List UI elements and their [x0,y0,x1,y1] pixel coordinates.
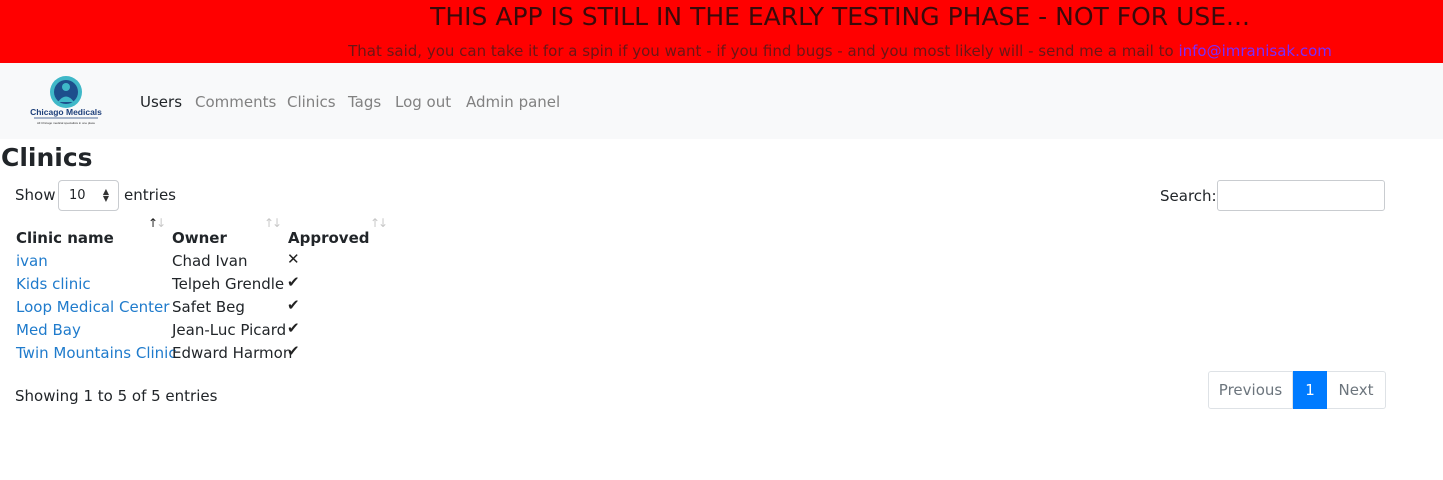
nav-comments[interactable]: Comments [195,92,276,112]
contact-email-link[interactable]: info@imranisak.com [1178,42,1331,60]
svg-text:Chicago Medicals: Chicago Medicals [30,107,102,117]
pagination: Previous 1 Next [1208,371,1386,409]
clinic-link[interactable]: Kids clinic [16,274,91,294]
sort-asc-icon[interactable]: ↑↓ [148,216,166,230]
next-page-button[interactable]: Next [1327,371,1386,409]
warning-banner: THIS APP IS STILL IN THE EARLY TESTING P… [0,0,1443,63]
page-length-value: 10 [69,188,86,203]
warning-title: THIS APP IS STILL IN THE EARLY TESTING P… [430,2,1250,31]
page-1-button[interactable]: 1 [1293,371,1327,409]
page-length-select[interactable]: 10 ▲ ▼ [58,180,119,211]
table-info: Showing 1 to 5 of 5 entries [15,387,218,405]
owner-cell: Jean-Luc Picard [172,321,287,339]
clinic-link[interactable]: Med Bay [16,320,81,340]
warning-message-text: That said, you can take it for a spin if… [348,42,1179,60]
previous-page-button[interactable]: Previous [1208,371,1293,409]
clinic-link[interactable]: ivan [16,251,48,271]
page-title: Clinics [1,143,93,172]
owner-cell: Telpeh Grendle [172,275,285,293]
entries-label: entries [124,186,176,204]
show-label: Show [15,186,56,204]
owner-cell: Chad Ivan [172,252,248,270]
search-input[interactable] [1217,180,1385,211]
nav-tags[interactable]: Tags [348,92,381,112]
sort-icon[interactable]: ↑↓ [370,216,388,230]
nav-admin-panel[interactable]: Admin panel [466,92,560,112]
warning-message: That said, you can take it for a spin if… [0,41,1443,61]
approved-check-icon: ✔ [287,342,300,360]
search-label: Search: [1160,187,1217,205]
header-approved[interactable]: Approved [288,228,369,248]
header-owner[interactable]: Owner [172,228,227,248]
select-arrows-icon: ▲ ▼ [102,187,109,203]
sort-icon[interactable]: ↑↓ [264,216,282,230]
nav-log-out[interactable]: Log out [395,92,451,112]
owner-cell: Edward Harmon [172,344,293,362]
header-clinic-name[interactable]: Clinic name [16,228,114,248]
nav-users[interactable]: Users [140,92,182,112]
chicago-medicals-logo[interactable]: Chicago Medicals All Chicago medical spe… [22,75,110,127]
approved-check-icon: ✔ [287,319,300,337]
clinic-link[interactable]: Twin Mountains Clinic [16,343,177,363]
not-approved-icon: ✕ [287,250,300,268]
approved-check-icon: ✔ [287,296,300,314]
approved-check-icon: ✔ [287,273,300,291]
clinic-link[interactable]: Loop Medical Center [16,297,169,317]
owner-cell: Safet Beg [172,298,245,316]
navbar: Chicago Medicals All Chicago medical spe… [0,63,1443,139]
svg-text:All Chicago medical specialist: All Chicago medical specialists in one p… [37,121,95,125]
nav-clinics[interactable]: Clinics [287,92,336,112]
